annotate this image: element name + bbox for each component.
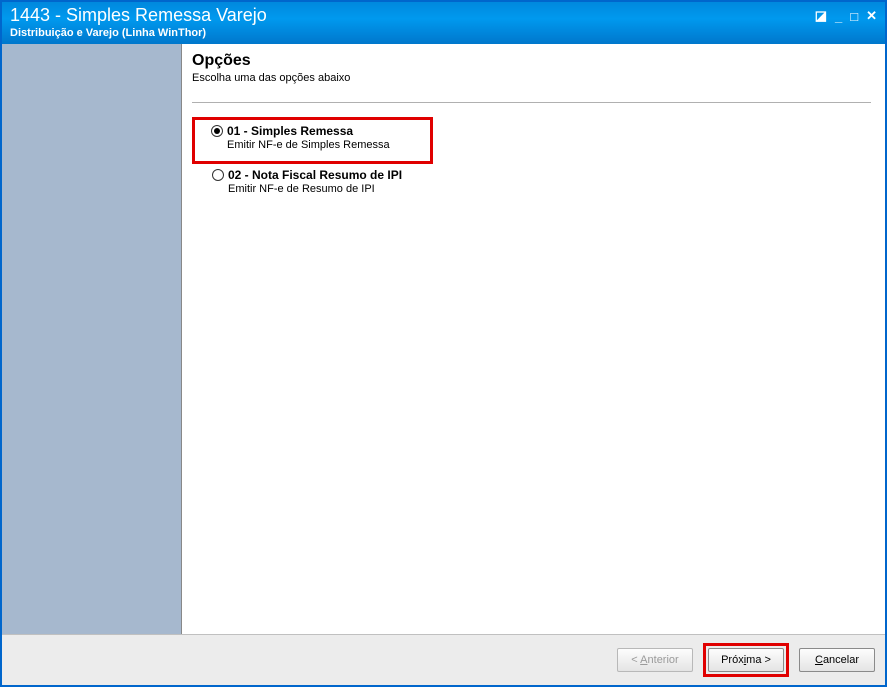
- option-2-label: 02 - Nota Fiscal Resumo de IPI: [228, 168, 402, 182]
- next-button-highlight: Próxima >: [703, 643, 789, 677]
- option-2[interactable]: 02 - Nota Fiscal Resumo de IPI Emitir NF…: [208, 166, 871, 203]
- page-heading: Opções: [192, 52, 871, 70]
- next-button[interactable]: Próxima >: [708, 648, 784, 672]
- titlebar: 1443 - Simples Remessa Varejo Distribuiç…: [2, 2, 885, 44]
- option-1-desc: Emitir NF-e de Simples Remessa: [227, 139, 390, 151]
- window-subtitle: Distribuição e Varejo (Linha WinThor): [10, 27, 267, 39]
- option-1[interactable]: 01 - Simples Remessa Emitir NF-e de Simp…: [207, 122, 394, 159]
- prev-button: < Anterior: [617, 648, 693, 672]
- cancel-button[interactable]: Cancelar: [799, 648, 875, 672]
- titlebar-text: 1443 - Simples Remessa Varejo Distribuiç…: [10, 6, 267, 39]
- content-pane: Opções Escolha uma das opções abaixo 01 …: [182, 44, 885, 634]
- option-highlight: 01 - Simples Remessa Emitir NF-e de Simp…: [192, 117, 433, 164]
- minimize-icon[interactable]: _: [835, 9, 842, 24]
- wizard-side-panel: [2, 44, 182, 634]
- page-subtext: Escolha uma das opções abaixo: [192, 72, 871, 84]
- body-area: Opções Escolha uma das opções abaixo 01 …: [2, 44, 885, 634]
- maximize-icon[interactable]: □: [850, 9, 858, 24]
- radio-option-1[interactable]: [211, 125, 223, 137]
- button-bar: < Anterior Próxima > Cancelar: [2, 634, 885, 685]
- close-icon[interactable]: ✕: [866, 8, 877, 24]
- edit-icon[interactable]: ◪: [815, 8, 827, 24]
- divider: [192, 102, 871, 103]
- app-window: 1443 - Simples Remessa Varejo Distribuiç…: [0, 0, 887, 687]
- option-group: 01 - Simples Remessa Emitir NF-e de Simp…: [192, 117, 871, 203]
- radio-option-2[interactable]: [212, 169, 224, 181]
- option-2-desc: Emitir NF-e de Resumo de IPI: [228, 183, 867, 195]
- window-controls: ◪ _ □ ✕: [815, 8, 877, 24]
- window-title: 1443 - Simples Remessa Varejo: [10, 6, 267, 26]
- option-1-label: 01 - Simples Remessa: [227, 124, 353, 138]
